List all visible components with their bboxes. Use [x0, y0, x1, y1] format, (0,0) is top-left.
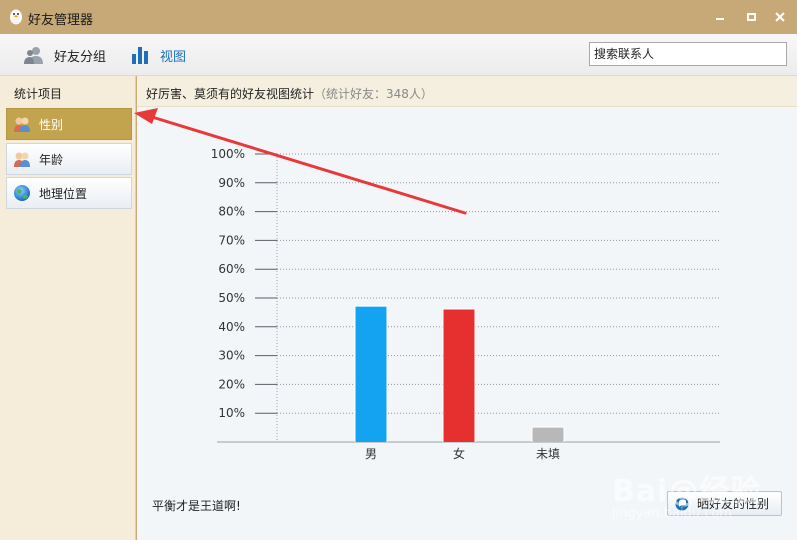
- title-bar[interactable]: 好友管理器: [0, 0, 797, 34]
- y-tick-label: 90%: [218, 176, 245, 190]
- view-button[interactable]: 视图: [130, 44, 186, 66]
- globe-icon: [14, 185, 30, 201]
- bar: [532, 427, 564, 442]
- sidebar-title: 统计项目: [14, 87, 63, 101]
- people-pair-icon: [14, 117, 30, 132]
- sidebar-item-gender[interactable]: 性别: [6, 108, 132, 140]
- y-tick-label: 40%: [218, 320, 245, 334]
- y-tick-label: 10%: [218, 406, 245, 420]
- y-tick-label: 60%: [218, 262, 245, 276]
- search-contacts-input[interactable]: [589, 42, 787, 66]
- minimize-icon: [716, 18, 724, 20]
- y-tick-label: 100%: [211, 147, 245, 161]
- friend-groups-button[interactable]: 好友分组: [24, 44, 106, 66]
- bar: [443, 309, 475, 442]
- y-tick-label: 80%: [218, 205, 245, 219]
- baidu-watermark: Bai@经验 jingyan.baidu.com: [612, 466, 762, 521]
- window-title: 好友管理器: [28, 13, 94, 28]
- sidebar-item-label: 年龄: [39, 152, 64, 167]
- bar: [355, 306, 387, 442]
- x-tick-label: 女: [453, 446, 465, 461]
- sidebar: 统计项目 性别 年龄 地理位置: [0, 76, 136, 540]
- sidebar-item-location[interactable]: 地理位置: [6, 177, 132, 209]
- people-icon: [24, 47, 43, 64]
- minimize-button[interactable]: [711, 9, 729, 25]
- watermark-logo-text: Bai@经验: [612, 474, 762, 509]
- y-tick-label: 70%: [218, 233, 245, 247]
- toolbar: 好友分组 视图: [0, 34, 797, 76]
- y-tick-label: 30%: [218, 349, 245, 363]
- x-tick-label: 男: [365, 447, 377, 461]
- y-tick-label: 20%: [218, 377, 245, 391]
- sidebar-item-label: 性别: [39, 117, 64, 132]
- y-tick-label: 50%: [218, 291, 245, 305]
- x-tick-label: 未填: [536, 447, 560, 461]
- people-pair-icon: [14, 152, 30, 167]
- close-icon: [775, 12, 785, 22]
- penguin-icon: [10, 9, 22, 25]
- gender-bar-chart: 10% 20% 30% 40% 50% 60% 70% 80% 90% 100% 男 女 未填: [211, 147, 720, 461]
- bar-chart-icon: [132, 47, 148, 64]
- footer-text: 平衡才是王道啊!: [152, 499, 241, 513]
- watermark-url: jingyan.baidu.com: [612, 506, 732, 521]
- close-button[interactable]: [771, 9, 789, 25]
- friend-manager-window: 好友管理器 好友分组 视图 搜索联系人 统计项目 性别 年龄 地理位置 好厉害、…: [0, 0, 797, 540]
- view-label: 视图: [160, 49, 187, 65]
- sidebar-item-label: 地理位置: [39, 186, 88, 201]
- maximize-icon: [746, 13, 756, 21]
- sidebar-item-age[interactable]: 年龄: [6, 143, 132, 175]
- friend-groups-label: 好友分组: [54, 49, 107, 65]
- maximize-button[interactable]: [742, 9, 760, 25]
